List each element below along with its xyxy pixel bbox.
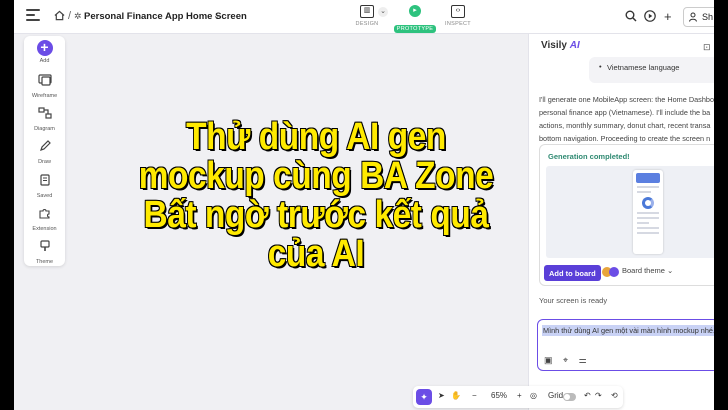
caption-line: Thử dùng AI gen — [185, 116, 447, 158]
settings-sliders-icon[interactable]: ⚌ — [579, 355, 587, 365]
bottom-toolbar: ✦ ➤ ✋ − 65% + ◎ Grid ↶ ↷ ⟲ — [413, 386, 623, 408]
play-icon[interactable] — [644, 10, 656, 22]
add-icon[interactable]: + — [664, 9, 672, 24]
tab-prototype[interactable]: ▸ PROTOTYPE — [391, 5, 439, 35]
caption-line: của AI — [267, 233, 366, 275]
assistant-brand: Visily AI — [541, 40, 580, 51]
tab-inspect-label: INSPECT — [445, 21, 471, 27]
search-icon[interactable] — [625, 10, 637, 22]
chat-input-text: Mình thử dùng AI gen một vài màn hình mo… — [542, 325, 714, 336]
tab-inspect[interactable]: ‹› INSPECT — [434, 5, 482, 27]
share-label: Sh — [702, 12, 714, 22]
tool-wireframe-label: Wireframe — [31, 93, 58, 99]
zoom-level[interactable]: 65% — [491, 391, 507, 400]
ready-text: Your screen is ready — [539, 296, 608, 305]
history-icon[interactable]: ⟲ — [611, 391, 618, 400]
redo-icon[interactable]: ↷ — [595, 391, 602, 400]
zoom-out-icon[interactable]: − — [472, 391, 477, 400]
top-bar: / ✲ Personal Finance App Home Screen ⌄ ▥… — [14, 0, 714, 34]
brand-prefix: Visily — [541, 40, 567, 51]
target-icon[interactable]: ◎ — [530, 391, 537, 400]
chevron-down-icon[interactable]: ⌄ — [213, 10, 221, 21]
design-icon: ▥ — [360, 5, 374, 18]
user-plus-icon — [689, 12, 697, 22]
grid-label: Grid — [548, 391, 564, 400]
tool-add[interactable]: + Add — [24, 40, 65, 64]
sparkle-icon[interactable]: ✦ — [416, 389, 432, 405]
pointer-icon[interactable]: ➤ — [438, 391, 445, 400]
tool-add-label: Add — [39, 58, 50, 64]
wireframe-icon — [37, 74, 52, 86]
tab-prototype-label: PROTOTYPE — [393, 25, 437, 33]
tab-design-label: DESIGN — [355, 21, 379, 27]
breadcrumb-separator: / — [68, 10, 72, 22]
caption-line: Bất ngờ trước kết quả — [143, 194, 490, 236]
caption-overlay: Thử dùng AI gen mockup cùng BA Zone Bất … — [14, 117, 714, 275]
caption-line: mockup cùng BA Zone — [138, 155, 495, 197]
file-icon: ✲ — [74, 11, 82, 21]
language-item: Vietnamese language — [589, 57, 714, 83]
magic-select-icon[interactable]: ⌖ — [563, 355, 568, 365]
menu-icon[interactable] — [26, 9, 40, 23]
chat-input[interactable]: Mình thử dùng AI gen một vài màn hình mo… — [537, 319, 714, 371]
input-actions: ▣ ⌖ ⚌ — [544, 355, 595, 366]
grid-toggle[interactable] — [563, 393, 576, 401]
brand-suffix: AI — [569, 40, 580, 51]
mode-chevron-icon[interactable]: ⌄ — [378, 7, 388, 17]
message-line: I'll generate one MobileApp screen: the … — [539, 95, 714, 104]
tool-wireframe[interactable]: Wireframe — [24, 73, 65, 99]
chat-icon[interactable]: ⊡ — [703, 42, 711, 53]
share-button[interactable]: Sh — [683, 7, 714, 27]
plus-icon: + — [36, 40, 53, 56]
hand-icon[interactable]: ✋ — [451, 391, 461, 400]
prototype-icon: ▸ — [409, 5, 421, 17]
undo-icon[interactable]: ↶ — [584, 391, 591, 400]
home-icon[interactable] — [54, 10, 65, 21]
code-icon: ‹› — [451, 5, 465, 18]
page-title[interactable]: Personal Finance App Home Screen — [84, 11, 247, 22]
image-icon[interactable]: ▣ — [544, 355, 553, 365]
zoom-in-icon[interactable]: + — [517, 391, 522, 400]
